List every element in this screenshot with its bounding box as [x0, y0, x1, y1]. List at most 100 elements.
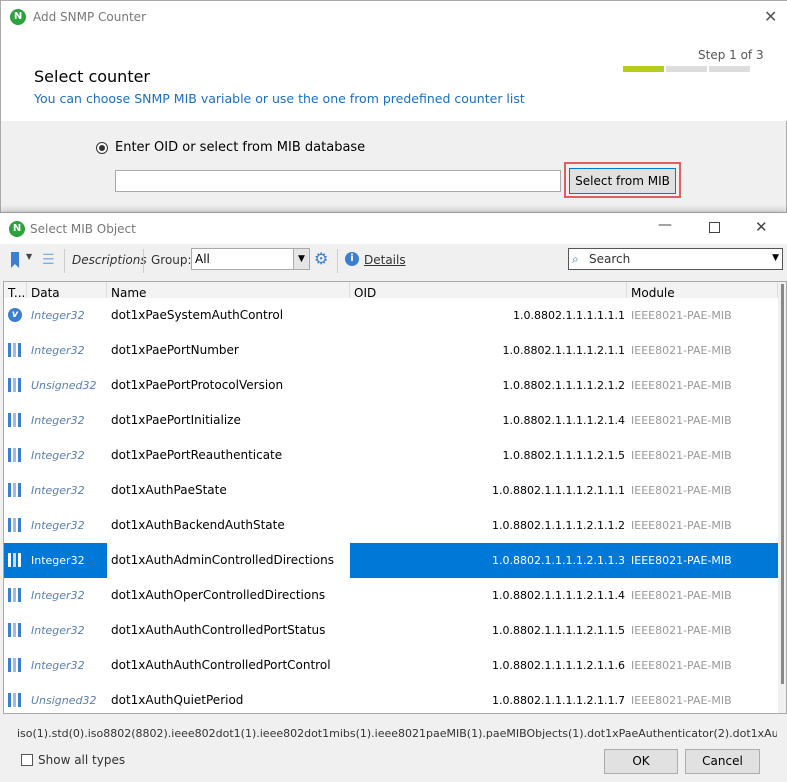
- table-row[interactable]: v Integer32 dot1xPaeSystemAuthControl 1.0.8…: [4, 298, 778, 333]
- tree-icon[interactable]: ☰: [42, 252, 55, 268]
- table-icon: [8, 693, 22, 707]
- table-row[interactable]: Integer32 dot1xAuthPaeState 1.0.8802.1.1.1…: [4, 473, 778, 508]
- ok-button[interactable]: OK: [604, 749, 678, 774]
- table-row[interactable]: Integer32 dot1xPaePortInitialize 1.0.8802.…: [4, 403, 778, 438]
- search-icon: ⌕: [572, 252, 579, 266]
- minimize-icon[interactable]: —: [658, 217, 672, 233]
- table-row[interactable]: Integer32 dot1xAuthBackendAuthState 1.0.88…: [4, 508, 778, 543]
- cell-oid: 1.0.8802.1.1.1.1.2.1.2: [502, 379, 625, 392]
- cell-oid: 1.0.8802.1.1.1.1.2.1.1.5: [492, 624, 625, 637]
- cell-module: IEEE8021-PAE-MIB: [627, 543, 778, 578]
- cell-module: IEEE8021-PAE-MIB: [631, 414, 732, 427]
- table-icon: [8, 448, 22, 462]
- cell-oid: 1.0.8802.1.1.1.1.2.1.1.1: [492, 484, 625, 497]
- cell-module: IEEE8021-PAE-MIB: [631, 659, 732, 672]
- cell-data: Integer32: [31, 414, 85, 427]
- page-subtitle: You can choose SNMP MIB variable or use …: [34, 91, 525, 106]
- bookmark-icon[interactable]: [11, 252, 19, 268]
- cell-name: dot1xAuthPaeState: [111, 483, 227, 497]
- cell-data: Unsigned32: [31, 379, 97, 392]
- table-row[interactable]: Integer32 dot1xAuthAuthControlledPortCont…: [4, 648, 778, 683]
- cell-name: dot1xAuthAuthControlledPortStatus: [111, 623, 326, 637]
- group-select[interactable]: All ▼: [191, 248, 310, 270]
- select-from-mib-button[interactable]: Select from MIB: [569, 168, 676, 194]
- chevron-down-icon[interactable]: ▼: [26, 252, 32, 261]
- step-indicator: Step 1 of 3: [698, 48, 764, 62]
- cell-name: dot1xAuthAdminControlledDirections: [111, 553, 334, 567]
- cell-data: Integer32: [31, 519, 85, 532]
- cell-name: dot1xPaePortProtocolVersion: [111, 378, 284, 392]
- cell-module: IEEE8021-PAE-MIB: [631, 484, 732, 497]
- cell-name: dot1xAuthBackendAuthState: [111, 518, 285, 532]
- cell-name: dot1xAuthAuthControlledPortControl: [111, 658, 331, 672]
- table-row[interactable]: Integer32 dot1xAuthAuthControlledPortStat…: [4, 613, 778, 648]
- table-row[interactable]: Unsigned32 dot1xAuthQuietPeriod 1.0.8802.1…: [4, 683, 778, 713]
- close-icon[interactable]: ✕: [764, 7, 777, 26]
- cell-name: dot1xPaePortInitialize: [111, 413, 241, 427]
- window-title: Add SNMP Counter: [33, 10, 146, 24]
- table-icon: [8, 518, 22, 532]
- table-row[interactable]: Unsigned32 dot1xPaePortProtocolVersion 1.0…: [4, 368, 778, 403]
- mib-table: T... Data Name OID Module v Integer32 dot1…: [3, 281, 787, 714]
- table-row[interactable]: Integer32 dot1xPaePortReauthenticate 1.0.8…: [4, 438, 778, 473]
- chevron-down-icon[interactable]: ▼: [293, 249, 309, 269]
- group-value: All: [195, 252, 210, 266]
- cancel-button[interactable]: Cancel: [685, 749, 760, 774]
- table-icon: [8, 623, 22, 637]
- cell-oid: 1.0.8802.1.1.1.1.2.1.4: [502, 414, 625, 427]
- table-row[interactable]: Integer32 dot1xAuthAdminControlledDirecti…: [4, 543, 778, 578]
- progress-step-1: [623, 66, 664, 72]
- scrollbar[interactable]: [778, 282, 786, 713]
- table-icon: [8, 343, 22, 357]
- cell-module: IEEE8021-PAE-MIB: [631, 694, 732, 707]
- table-row[interactable]: Integer32 dot1xPaePortNumber 1.0.8802.1.1.…: [4, 333, 778, 368]
- table-icon: [8, 378, 22, 392]
- search-input[interactable]: ⌕ Search ▼: [568, 248, 783, 270]
- group-label: Group:: [151, 253, 192, 267]
- cell-data: Integer32: [31, 589, 85, 602]
- close-icon[interactable]: ✕: [755, 218, 768, 236]
- progress-step-2: [666, 66, 707, 72]
- cell-oid: 1.0.8802.1.1.1.1.2.1.5: [502, 449, 625, 462]
- cell-module: IEEE8021-PAE-MIB: [631, 449, 732, 462]
- table-row[interactable]: Integer32 dot1xAuthOperControlledDirectio…: [4, 578, 778, 613]
- wizard-header: Step 1 of 3 Select counter You can choos…: [1, 33, 787, 121]
- cell-module: IEEE8021-PAE-MIB: [631, 519, 732, 532]
- gear-icon[interactable]: ⚙: [314, 249, 328, 268]
- oid-radio[interactable]: [96, 142, 108, 154]
- v-icon: v: [8, 308, 22, 322]
- cell-data: Integer32: [31, 624, 85, 637]
- cell-module: IEEE8021-PAE-MIB: [631, 624, 732, 637]
- details-button[interactable]: Details: [364, 253, 406, 267]
- cell-module: IEEE8021-PAE-MIB: [631, 379, 732, 392]
- oid-input[interactable]: [115, 170, 561, 192]
- cell-oid: 1.0.8802.1.1.1.1.1.1: [513, 309, 625, 322]
- cell-name: dot1xAuthQuietPeriod: [111, 693, 244, 707]
- cell-name: dot1xPaePortReauthenticate: [111, 448, 283, 462]
- show-all-types-checkbox[interactable]: [21, 754, 33, 766]
- descriptions-button[interactable]: Descriptions: [72, 253, 147, 267]
- search-placeholder: Search: [589, 252, 631, 266]
- cell-oid: 1.0.8802.1.1.1.1.2.1.1.4: [492, 589, 625, 602]
- info-icon[interactable]: i: [345, 252, 359, 266]
- oid-radio-label: Enter OID or select from MIB database: [115, 140, 366, 155]
- cell-module: IEEE8021-PAE-MIB: [631, 344, 732, 357]
- chevron-down-icon[interactable]: ▼: [772, 253, 779, 263]
- toolbar: ▼ ☰ Descriptions Group: All ▼ ⚙ i Detail…: [0, 244, 787, 278]
- cell-data: Integer32: [31, 659, 85, 672]
- oid-path: iso(1).std(0).iso8802(8802).ieee802dot1(…: [17, 727, 777, 740]
- cell-data: Integer32: [27, 543, 107, 578]
- table-icon: [8, 553, 22, 567]
- cell-data: Integer32: [31, 344, 85, 357]
- cell-oid: 1.0.8802.1.1.1.1.2.1.1.2: [492, 519, 625, 532]
- table-icon: [8, 588, 22, 602]
- select-mib-object-dialog: N Select MIB Object — ✕ ▼ ☰ Descriptions…: [0, 212, 787, 782]
- page-title: Select counter: [34, 67, 151, 86]
- app-logo-icon: N: [9, 221, 25, 237]
- maximize-icon[interactable]: [709, 222, 720, 233]
- cell-name: dot1xPaeSystemAuthControl: [111, 308, 284, 322]
- title-bar: N Add SNMP Counter ✕: [1, 1, 787, 33]
- table-icon: [8, 658, 22, 672]
- table-icon: [8, 483, 22, 497]
- dialog-title-bar: N Select MIB Object — ✕: [0, 213, 787, 244]
